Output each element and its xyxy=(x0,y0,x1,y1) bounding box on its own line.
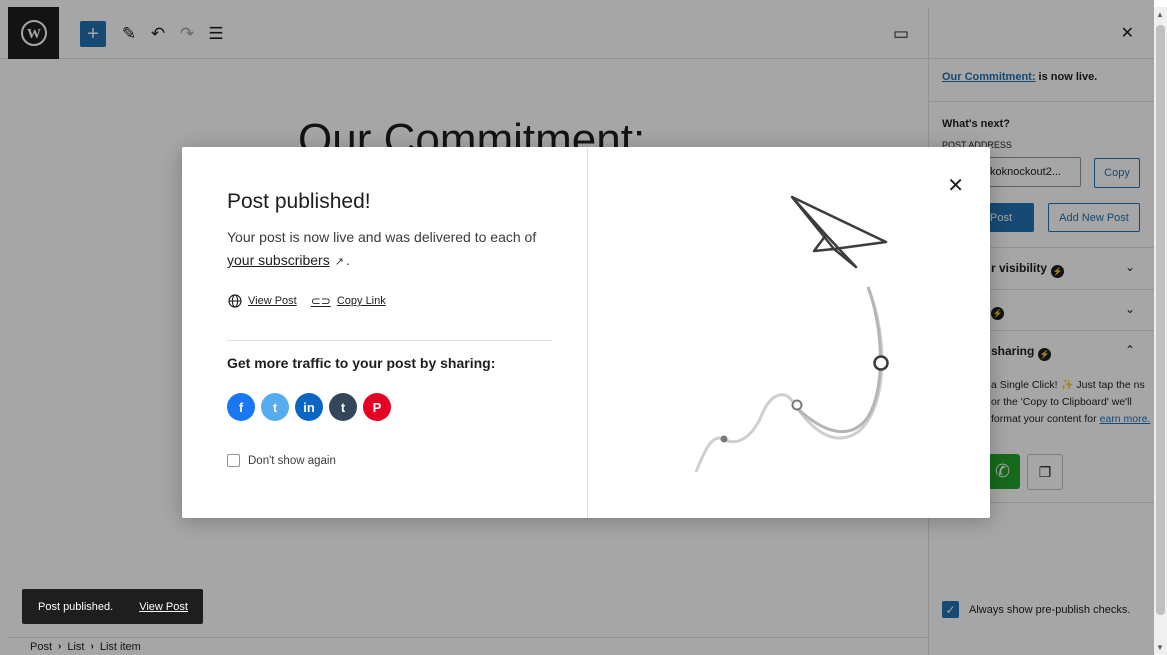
snackbar-notice: Post published. View Post xyxy=(22,589,203,624)
modal-title: Post published! xyxy=(227,190,371,213)
linkedin-share-button[interactable]: in xyxy=(295,393,323,421)
modal-links: View Post ⊂⊃ Copy Link xyxy=(228,294,386,308)
twitter-share-button[interactable]: t xyxy=(261,393,289,421)
post-published-modal: Post published! Your post is now live an… xyxy=(182,147,990,518)
twitter-icon: t xyxy=(272,399,278,415)
scroll-down-icon[interactable]: ▼ xyxy=(1156,643,1164,652)
paper-plane-illustration xyxy=(694,195,889,473)
facebook-icon: f xyxy=(238,399,244,415)
link-icon: ⊂⊃ xyxy=(310,294,331,308)
tumblr-share-button[interactable]: t xyxy=(329,393,357,421)
linkedin-icon: in xyxy=(303,399,315,415)
pinterest-share-button[interactable]: P xyxy=(363,393,391,421)
copy-link-button[interactable]: ⊂⊃ Copy Link xyxy=(311,294,386,308)
snackbar-view-post-link[interactable]: View Post xyxy=(139,601,188,613)
facebook-share-button[interactable]: f xyxy=(227,393,255,421)
modal-illustration: ✕ xyxy=(587,147,990,518)
snackbar-text: Post published. xyxy=(38,600,114,613)
globe-icon xyxy=(228,294,242,308)
dont-show-again[interactable]: Don't show again xyxy=(227,454,336,467)
scroll-up-icon[interactable]: ▲ xyxy=(1156,10,1164,19)
view-post-link[interactable]: View Post xyxy=(228,294,297,308)
modal-description: Your post is now live and was delivered … xyxy=(227,229,537,268)
page-scrollbar[interactable]: ▲ ▼ xyxy=(1154,7,1167,655)
pinterest-icon: P xyxy=(372,399,382,415)
share-heading: Get more traffic to your post by sharing… xyxy=(227,355,496,371)
modal-content: Post published! Your post is now live an… xyxy=(182,147,587,518)
share-buttons: f t in t P xyxy=(227,393,391,421)
tumblr-icon: t xyxy=(340,399,346,415)
subscribers-link[interactable]: your subscribers xyxy=(227,252,330,268)
external-link-icon: ↗ xyxy=(334,256,344,268)
scrollbar-thumb[interactable] xyxy=(1156,25,1165,615)
modal-close-icon[interactable]: ✕ xyxy=(947,173,964,198)
dont-show-checkbox[interactable] xyxy=(227,454,240,467)
divider xyxy=(227,340,552,341)
dont-show-label: Don't show again xyxy=(248,454,336,467)
